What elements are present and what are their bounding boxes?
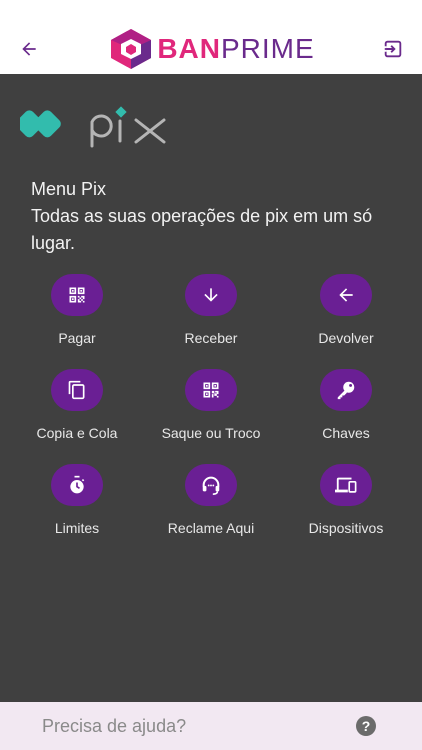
headset-icon	[202, 476, 220, 495]
menu-item-icon-circle	[51, 464, 103, 506]
back-button[interactable]	[14, 34, 44, 64]
menu-item-label: Copia e Cola	[36, 425, 118, 441]
menu-item-copia-e-cola[interactable]: Copia e Cola	[17, 369, 137, 443]
banprime-logo-icon	[111, 29, 152, 69]
menu-item-devolver[interactable]: Devolver	[286, 274, 406, 348]
brand-secondary: PRIME	[220, 33, 315, 64]
menu-item-label: Pagar	[58, 330, 96, 346]
menu-item-label: Chaves	[322, 425, 370, 441]
pix-intro: Menu Pix Todas as suas operações de pix …	[31, 176, 391, 257]
arrow-down-icon	[204, 288, 218, 302]
menu-item-icon-circle	[51, 274, 103, 316]
menu-item-icon-circle	[320, 274, 372, 316]
help-icon[interactable]: ?	[356, 716, 376, 736]
menu-item-limites[interactable]: Limites	[17, 464, 137, 538]
help-bar[interactable]: Precisa de ajuda? ?	[0, 702, 422, 750]
menu-item-icon-circle	[51, 369, 103, 411]
menu-item-saque-ou-troco[interactable]: Saque ou Troco	[151, 369, 271, 443]
logout-icon	[382, 40, 402, 58]
logout-button[interactable]	[378, 34, 408, 64]
app-root: BANPRIME Menu Pix Todas as suas operaçõe…	[0, 0, 422, 750]
menu-item-reclame-aqui[interactable]: Reclame Aqui	[151, 464, 271, 538]
pix-logo-icon	[20, 106, 166, 148]
menu-item-label: Receber	[184, 330, 238, 346]
menu-item-label: Saque ou Troco	[161, 425, 261, 441]
qr-code-icon	[69, 287, 85, 303]
pix-menu-panel: Menu Pix Todas as suas operações de pix …	[0, 74, 422, 702]
qr-code-icon	[203, 382, 219, 398]
pix-logo	[20, 102, 188, 150]
header: BANPRIME	[0, 0, 422, 74]
banprime-logo: BANPRIME	[107, 27, 314, 71]
intro-description: Todas as suas operações de pix em um só …	[31, 206, 373, 253]
menu-item-label: Devolver	[318, 330, 374, 346]
devices-icon	[335, 477, 357, 493]
brand-primary: BAN	[157, 33, 221, 64]
menu-item-icon-circle	[320, 464, 372, 506]
menu-item-chaves[interactable]: Chaves	[286, 369, 406, 443]
menu-item-label: Dispositivos	[308, 520, 384, 536]
intro-title: Menu Pix	[31, 179, 107, 199]
menu-item-dispositivos[interactable]: Dispositivos	[286, 464, 406, 538]
menu-item-label: Reclame Aqui	[167, 520, 255, 536]
menu-item-icon-circle	[185, 464, 237, 506]
menu-item-icon-circle	[185, 274, 237, 316]
menu-item-icon-circle	[320, 369, 372, 411]
help-text: Precisa de ajuda?	[42, 715, 187, 736]
menu-item-icon-circle	[185, 369, 237, 411]
menu-item-label: Limites	[54, 520, 100, 536]
key-icon	[337, 381, 355, 400]
stopwatch-icon	[70, 475, 85, 494]
arrow-left-icon	[22, 42, 36, 56]
arrow-left-icon	[339, 288, 353, 302]
menu-item-pagar[interactable]: Pagar	[17, 274, 137, 348]
menu-item-receber[interactable]: Receber	[151, 274, 271, 348]
brand-name: BANPRIME	[157, 33, 314, 65]
copy-icon	[68, 380, 85, 400]
